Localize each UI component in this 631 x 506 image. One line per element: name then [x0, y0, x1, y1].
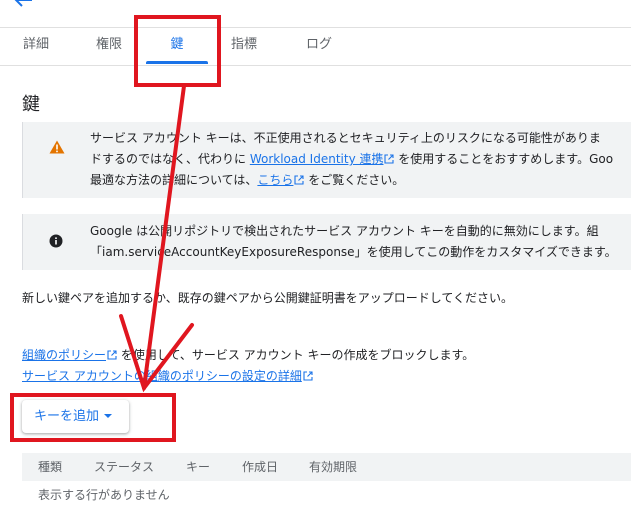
warning-text: 最適な方法の詳細については、 [90, 173, 258, 187]
external-link-icon [294, 175, 304, 185]
info-line-1: Google は公開リポジトリで検出されたサービス アカウント キーを自動的に無… [90, 224, 599, 238]
tab-keys[interactable]: 鍵 [146, 28, 208, 65]
warning-text: をご覧ください。 [304, 173, 405, 187]
external-link-icon [384, 154, 395, 164]
workload-identity-link[interactable]: Workload Identity 連携 [250, 152, 395, 166]
table-empty-message: 表示する行がありません [38, 488, 170, 502]
add-key-button[interactable]: キーを追加 [22, 400, 129, 433]
warning-callout: サービス アカウント キーは、不正使用されるとセキュリティ上のリスクになる可能性… [22, 122, 631, 198]
policy-text: 組織のポリシー を使用して、サービス アカウント キーの作成をブロックします。 … [22, 345, 622, 387]
tab-metrics[interactable]: 指標 [220, 28, 268, 65]
external-link-icon [303, 371, 313, 381]
warning-icon [49, 140, 65, 154]
column-header-created[interactable]: 作成日 [242, 453, 278, 481]
page-title: 鍵 [22, 94, 40, 115]
tab-details[interactable]: 詳細 [12, 28, 60, 65]
column-header-key[interactable]: キー [186, 453, 210, 481]
active-tab-indicator [146, 61, 208, 64]
org-policy-link[interactable]: 組織のポリシー [22, 348, 117, 362]
tab-bar: 詳細 権限 鍵 指標 ログ [0, 28, 631, 66]
external-link-icon [107, 350, 117, 360]
tab-permissions[interactable]: 権限 [85, 28, 133, 65]
info-icon [49, 234, 63, 248]
column-header-type[interactable]: 種類 [38, 453, 62, 481]
column-header-expiry[interactable]: 有効期限 [309, 453, 357, 481]
tab-logs[interactable]: ログ [294, 28, 344, 65]
keys-table-header: 種類 ステータス キー 作成日 有効期限 [22, 453, 631, 481]
column-header-status[interactable]: ステータス [94, 453, 154, 481]
back-button[interactable] [12, 0, 40, 12]
description-text: 新しい鍵ペアを追加するか、既存の鍵ペアから公開鍵証明書をアップロードしてください… [22, 291, 514, 305]
info-line-2: 「iam.serviceAccountKeyExposureResponse」を… [90, 245, 617, 259]
warning-text: ドするのではなく、代わりに [90, 152, 250, 166]
policy-description: を使用して、サービス アカウント キーの作成をブロックします。 [117, 348, 475, 362]
learn-more-link[interactable]: こちら [257, 173, 304, 187]
org-policy-details-link[interactable]: サービス アカウントの組織のポリシーの設定の詳細 [22, 369, 313, 383]
warning-text: を使用することをおすすめします。Goo [394, 152, 614, 166]
add-key-label: キーを追加 [34, 409, 100, 424]
dropdown-caret-icon [104, 414, 113, 418]
arrow-back-icon [14, 0, 32, 7]
info-callout: Google は公開リポジトリで検出されたサービス アカウント キーを自動的に無… [22, 214, 631, 270]
warning-line-1: サービス アカウント キーは、不正使用されるとセキュリティ上のリスクになる可能性… [90, 131, 601, 145]
